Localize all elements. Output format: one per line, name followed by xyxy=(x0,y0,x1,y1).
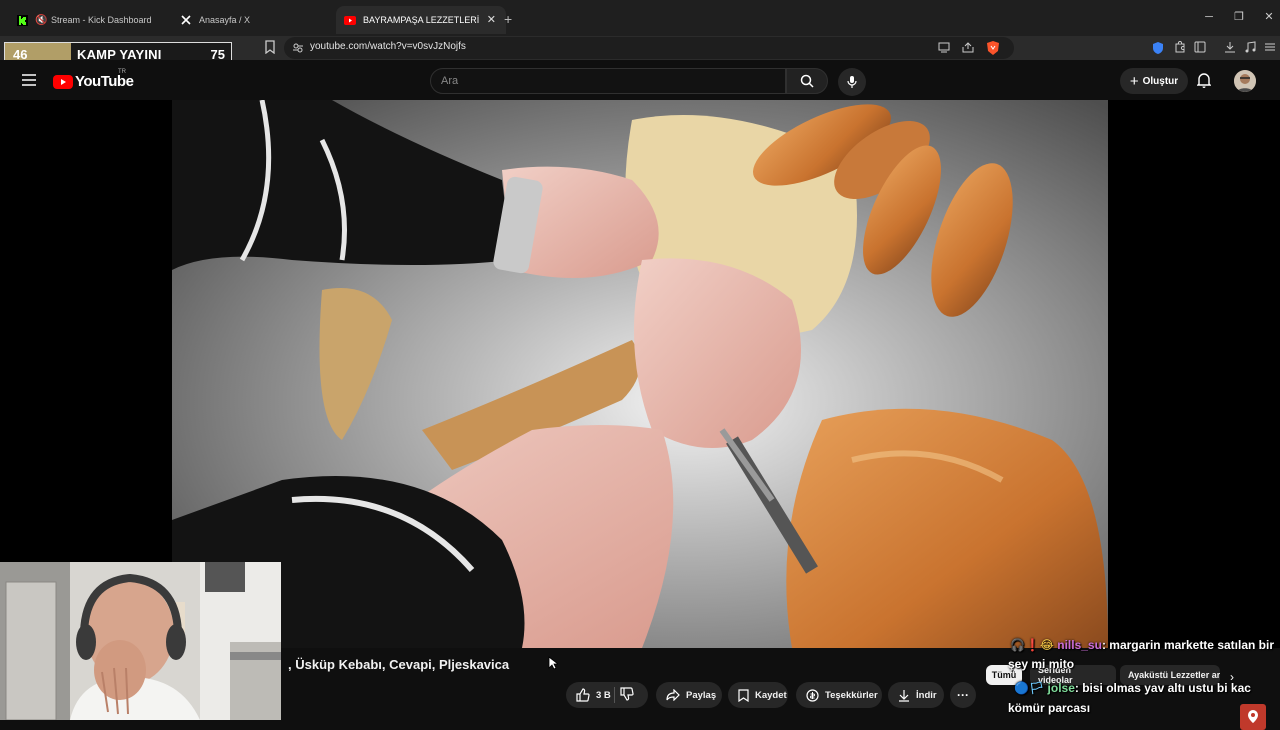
youtube-play-logo-icon xyxy=(53,74,73,89)
thanks-button[interactable]: Teşekkürler xyxy=(796,682,882,708)
dislike-button[interactable] xyxy=(620,686,634,702)
download-icon xyxy=(898,689,910,702)
chat-badges-icon: 🎧❗😂 xyxy=(1010,638,1054,652)
microphone-icon xyxy=(847,75,857,89)
create-button[interactable]: + Oluştur xyxy=(1120,68,1188,94)
video-still-image xyxy=(172,100,1108,648)
brave-shield-icon[interactable] xyxy=(986,40,1000,56)
region-code: TR xyxy=(118,69,126,75)
chat-message: 🎧❗😂 nills_su: margarin markette satılan … xyxy=(1010,638,1274,652)
download-button[interactable]: İndir xyxy=(888,682,944,708)
download-label: İndir xyxy=(916,689,937,701)
chat-message-continuation: kömür parcası xyxy=(1008,701,1091,715)
chat-text: : bisi olmas yav altı ustu bi kac xyxy=(1074,681,1251,695)
notifications-bell-icon[interactable] xyxy=(1197,72,1211,88)
chat-message: 🔵🏳 jolse: bisi olmas yav altı ustu bi ka… xyxy=(1014,681,1251,695)
save-button[interactable]: Kaydet xyxy=(728,682,788,708)
address-bar[interactable]: youtube.com/watch?v=v0svJzNojfs xyxy=(284,37,1014,59)
muted-speaker-icon[interactable]: 🔇 xyxy=(35,15,47,26)
tab-kick-dashboard[interactable]: 🔇 Stream - Kick Dashboard xyxy=(8,6,176,34)
chat-username: nills_su xyxy=(1057,638,1102,652)
browser-tab-strip: 🔇 Stream - Kick Dashboard Anasayfa / X B… xyxy=(0,0,1280,36)
media-controls-icon[interactable] xyxy=(1244,41,1256,53)
more-horizontal-icon: ··· xyxy=(957,688,969,702)
close-tab-icon[interactable]: ✕ xyxy=(487,13,496,26)
restore-icon[interactable]: ❐ xyxy=(1232,10,1246,24)
stream-alert-icon[interactable] xyxy=(1240,704,1266,730)
more-actions-button[interactable]: ··· xyxy=(950,682,976,708)
tab-youtube-video[interactable]: BAYRAMPAŞA LEZZETLERİ | Simi ✕ xyxy=(336,6,506,34)
chat-username: jolse xyxy=(1047,681,1075,695)
thumbs-up-icon xyxy=(576,688,590,702)
video-frame[interactable] xyxy=(172,100,1108,648)
share-button[interactable]: Paylaş xyxy=(656,682,722,708)
new-tab-button[interactable]: + xyxy=(504,11,512,27)
streamer-webcam xyxy=(0,562,281,720)
tab-x-home[interactable]: Anasayfa / X xyxy=(172,6,340,34)
bookmark-icon[interactable] xyxy=(264,40,276,54)
divider xyxy=(614,687,615,703)
youtube-masthead: YouTube TR Ara + Oluştur xyxy=(0,60,1280,100)
create-label: Oluştur xyxy=(1142,75,1179,87)
tab-title: Anasayfa / X xyxy=(199,15,251,25)
plus-icon: + xyxy=(1129,72,1139,90)
bookmark-save-icon xyxy=(738,688,749,702)
search-placeholder: Ara xyxy=(441,75,459,87)
mouse-cursor-icon xyxy=(548,656,558,670)
webcam-image xyxy=(0,562,281,720)
tab-title: Stream - Kick Dashboard xyxy=(51,15,152,25)
chat-message-continuation: şey mi mito xyxy=(1008,657,1075,671)
share-label: Paylaş xyxy=(686,689,717,701)
x-logo-icon xyxy=(180,14,192,26)
super-thanks-icon xyxy=(806,688,819,702)
youtube-icon xyxy=(344,14,356,26)
chat-badges-icon: 🔵🏳 xyxy=(1014,681,1045,695)
share-arrow-icon xyxy=(666,689,680,701)
save-label: Kaydet xyxy=(755,689,787,701)
site-info-icon[interactable] xyxy=(292,42,304,54)
youtube-logo[interactable]: YouTube xyxy=(53,73,134,90)
search-input[interactable]: Ara xyxy=(430,68,786,94)
downloads-icon[interactable] xyxy=(1224,41,1236,53)
kick-icon xyxy=(16,14,28,26)
share-page-icon[interactable] xyxy=(962,42,974,53)
cast-icon[interactable] xyxy=(938,42,950,53)
hamburger-icon[interactable] xyxy=(22,74,36,86)
tab-title: BAYRAMPAŞA LEZZETLERİ | Simi xyxy=(363,15,481,25)
video-title: , Üsküp Kebabı, Cevapi, Pljeskavica xyxy=(288,657,510,672)
sidebar-toggle-icon[interactable] xyxy=(1194,41,1206,53)
extensions-puzzle-icon[interactable] xyxy=(1174,41,1186,53)
chat-text: : margarin markette satılan bir xyxy=(1101,638,1274,652)
like-button[interactable]: 3 B xyxy=(566,682,648,708)
menu-icon[interactable] xyxy=(1264,41,1276,53)
close-window-icon[interactable]: ✕ xyxy=(1262,10,1276,24)
like-count: 3 B xyxy=(596,689,611,701)
account-avatar[interactable] xyxy=(1234,70,1256,92)
minimize-icon[interactable]: ─ xyxy=(1202,10,1216,24)
extension-shield-icon[interactable] xyxy=(1152,41,1164,55)
search-icon xyxy=(800,74,814,88)
thanks-label: Teşekkürler xyxy=(825,689,878,701)
url-text: youtube.com/watch?v=v0svJzNojfs xyxy=(310,41,466,52)
voice-search-button[interactable] xyxy=(838,68,866,96)
youtube-wordmark: YouTube xyxy=(75,73,134,90)
search-button[interactable] xyxy=(786,68,828,94)
thumbs-down-icon xyxy=(620,686,634,702)
